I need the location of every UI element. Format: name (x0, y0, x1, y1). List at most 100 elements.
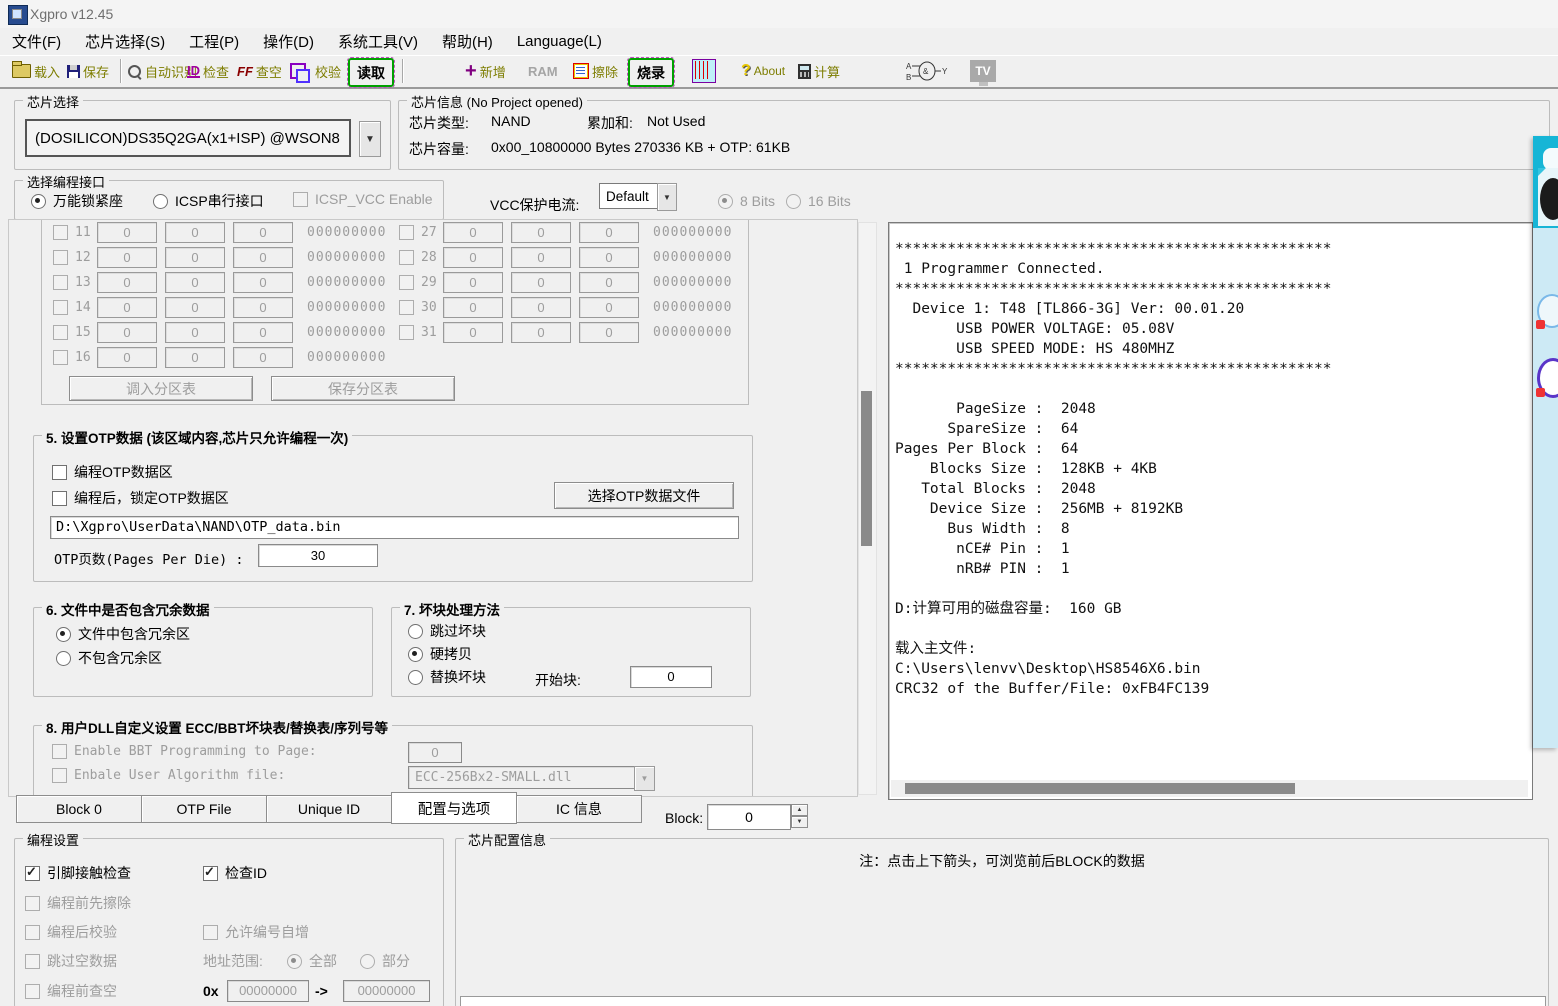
calculator-button[interactable]: 计算 (798, 59, 840, 83)
partition-value-input[interactable]: 0 (233, 322, 293, 343)
menu-operate[interactable]: 操作(D) (251, 27, 326, 56)
menu-language[interactable]: Language(L) (505, 29, 614, 54)
chip-test-button[interactable] (692, 59, 716, 83)
console-horizontal-scrollbar[interactable] (891, 780, 1528, 797)
replace-badblock-radio[interactable]: 替换坏块 (408, 667, 486, 687)
menu-system-tools[interactable]: 系统工具(V) (326, 27, 430, 56)
blank-check-button[interactable]: FF 查空 (237, 59, 282, 83)
otp-file-path-input[interactable]: D:\Xgpro\UserData\NAND\OTP_data.bin (50, 516, 739, 539)
otp-pages-input[interactable]: 30 (258, 544, 378, 567)
partition-value-input[interactable]: 0 (511, 272, 571, 293)
partition-value-input[interactable]: 0 (233, 297, 293, 318)
partition-value-input[interactable]: 0 (165, 322, 225, 343)
without-redundant-radio[interactable]: 不包含冗余区 (56, 648, 162, 668)
partition-value-input[interactable]: 0 (233, 247, 293, 268)
check-id-checkbox[interactable]: 检查ID (203, 863, 267, 883)
partition-value-input[interactable]: 0 (579, 297, 639, 318)
partition-value-input[interactable]: 0 (97, 272, 157, 293)
partition-value-input[interactable]: 0 (511, 247, 571, 268)
spinner-down-icon[interactable]: ▼ (791, 816, 808, 828)
erase-button[interactable]: 擦除 (573, 59, 618, 83)
program-otp-checkbox[interactable]: 编程OTP数据区 (52, 462, 173, 482)
scrollbar-thumb[interactable] (861, 391, 872, 546)
partition-value-input[interactable]: 0 (511, 322, 571, 343)
partition-value-input[interactable]: 0 (443, 297, 503, 318)
chip-select-combobox[interactable]: (DOSILICON)DS35Q2GA(x1+ISP) @WSON8 (25, 119, 351, 157)
logic-test-button[interactable]: A B & Y (906, 59, 948, 83)
tab-config-options[interactable]: 配置与选项 (391, 792, 517, 824)
partition-value-input[interactable]: 0 (165, 272, 225, 293)
skip-badblock-radio[interactable]: 跳过坏块 (408, 621, 486, 641)
load-button[interactable]: 载入 (12, 59, 60, 83)
partition-value-input[interactable]: 0 (443, 247, 503, 268)
partition-checkbox-icon[interactable] (399, 325, 414, 340)
menu-chip-select[interactable]: 芯片选择(S) (73, 27, 177, 56)
partition-row-number: 28 (421, 250, 443, 265)
tab-unique-id[interactable]: Unique ID (266, 795, 392, 823)
partition-value-input[interactable]: 0 (443, 272, 503, 293)
partition-value-input[interactable]: 0 (443, 222, 503, 243)
partition-value-input[interactable]: 0 (97, 222, 157, 243)
partition-checkbox-icon[interactable] (53, 325, 68, 340)
chip-select-dropdown-button[interactable]: ▼ (359, 121, 381, 157)
partition-value-input[interactable]: 0 (579, 272, 639, 293)
tab-block0[interactable]: Block 0 (16, 795, 142, 823)
partition-value-input[interactable]: 0 (579, 222, 639, 243)
partition-value-input[interactable]: 0 (443, 322, 503, 343)
start-block-input[interactable]: 0 (630, 666, 712, 688)
vcc-dropdown-button[interactable]: ▼ (657, 183, 677, 211)
tab-otp-file[interactable]: OTP File (141, 795, 267, 823)
partition-value-input[interactable]: 0 (579, 322, 639, 343)
partition-value-input[interactable]: 0 (97, 247, 157, 268)
about-button[interactable]: ? About (741, 59, 785, 83)
partition-value-input[interactable]: 0 (579, 247, 639, 268)
partition-checkbox-icon[interactable] (53, 275, 68, 290)
pin-contact-checkbox[interactable]: 引脚接触检查 (25, 863, 131, 883)
spinner-up-icon[interactable]: ▲ (791, 804, 808, 816)
menu-project[interactable]: 工程(P) (177, 27, 251, 56)
vcc-current-select[interactable]: Default (599, 183, 665, 209)
promo-panel[interactable] (1533, 136, 1558, 748)
lock-otp-checkbox[interactable]: 编程后，锁定OTP数据区 (52, 488, 229, 508)
partition-checkbox-icon[interactable] (53, 300, 68, 315)
tv-button[interactable]: TV (970, 59, 996, 83)
partition-checkbox-icon[interactable] (399, 225, 414, 240)
partition-value-input[interactable]: 0 (511, 297, 571, 318)
save-button[interactable]: 保存 (67, 59, 109, 83)
burn-button[interactable]: 烧录 (628, 58, 674, 87)
partition-checkbox-icon[interactable] (399, 275, 414, 290)
socket-radio[interactable]: 万能锁紧座 (31, 191, 123, 211)
partition-value-input[interactable]: 0 (165, 297, 225, 318)
add-button[interactable]: + 新增 (465, 59, 506, 83)
verify-button[interactable]: 校验 (290, 59, 341, 83)
partition-value-input[interactable]: 0 (233, 347, 293, 368)
partition-value-input[interactable]: 0 (233, 222, 293, 243)
icsp-radio[interactable]: ICSP串行接口 (153, 191, 264, 211)
menu-help[interactable]: 帮助(H) (430, 27, 505, 56)
partition-value-input[interactable]: 0 (511, 222, 571, 243)
select-otp-file-button[interactable]: 选择OTP数据文件 (554, 482, 734, 509)
read-button[interactable]: 读取 (348, 58, 394, 87)
partition-value-input[interactable]: 0 (165, 222, 225, 243)
partition-checkbox-icon[interactable] (53, 350, 68, 365)
partition-value-input[interactable]: 0 (165, 247, 225, 268)
partition-checkbox-icon[interactable] (53, 225, 68, 240)
block-spinner[interactable]: ▲ ▼ (791, 804, 808, 828)
partition-checkbox-icon[interactable] (399, 300, 414, 315)
hardcopy-radio[interactable]: 硬拷贝 (408, 644, 472, 664)
form-vertical-scrollbar[interactable] (858, 222, 877, 795)
block-number-input[interactable]: 0 (707, 804, 791, 830)
partition-value-input[interactable]: 0 (97, 322, 157, 343)
partition-checkbox-icon[interactable] (399, 250, 414, 265)
partition-checkbox-icon[interactable] (53, 250, 68, 265)
partition-value-input[interactable]: 0 (97, 297, 157, 318)
partition-value-input[interactable]: 0 (97, 347, 157, 368)
partition-value-input[interactable]: 0 (233, 272, 293, 293)
partition-value-input[interactable]: 0 (165, 347, 225, 368)
menu-file[interactable]: 文件(F) (0, 27, 73, 56)
scrollbar-thumb[interactable] (905, 783, 1295, 794)
check-id-button[interactable]: ID 检查 (187, 59, 229, 83)
tab-ic-info[interactable]: IC 信息 (516, 795, 642, 823)
with-redundant-radio[interactable]: 文件中包含冗余区 (56, 624, 190, 644)
radio-icon (360, 954, 375, 969)
